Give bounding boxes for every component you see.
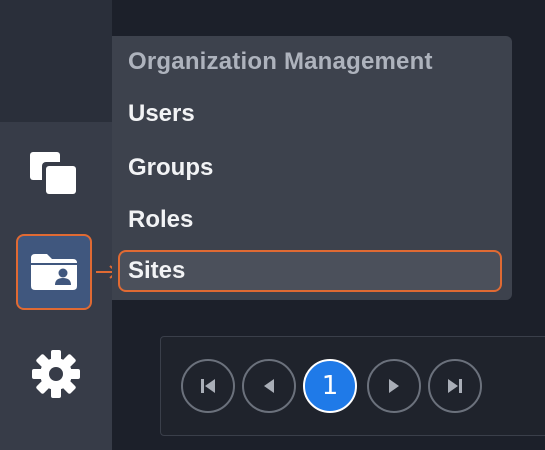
prev-page-icon: [264, 379, 274, 393]
menu-item-roles[interactable]: Roles: [128, 206, 193, 234]
menu-item-sites[interactable]: Sites: [118, 250, 502, 292]
next-page-button[interactable]: [367, 359, 421, 413]
sidebar-top: [0, 0, 112, 122]
page-button-current[interactable]: 1: [303, 359, 357, 413]
org-management-menu: Organization Management Users Groups Rol…: [112, 36, 512, 300]
prev-page-button[interactable]: [242, 359, 296, 413]
menu-header: Organization Management: [128, 48, 433, 75]
menu-item-groups[interactable]: Groups: [128, 154, 213, 182]
org-folder-icon[interactable]: [16, 234, 92, 310]
first-page-button[interactable]: [181, 359, 235, 413]
copy-icon[interactable]: [16, 135, 96, 215]
first-page-icon: [201, 379, 215, 393]
last-page-icon: [448, 379, 462, 393]
menu-item-users[interactable]: Users: [128, 100, 195, 128]
pagination: 1: [160, 336, 545, 436]
next-page-icon: [389, 379, 399, 393]
gear-icon[interactable]: [16, 334, 96, 414]
last-page-button[interactable]: [428, 359, 482, 413]
